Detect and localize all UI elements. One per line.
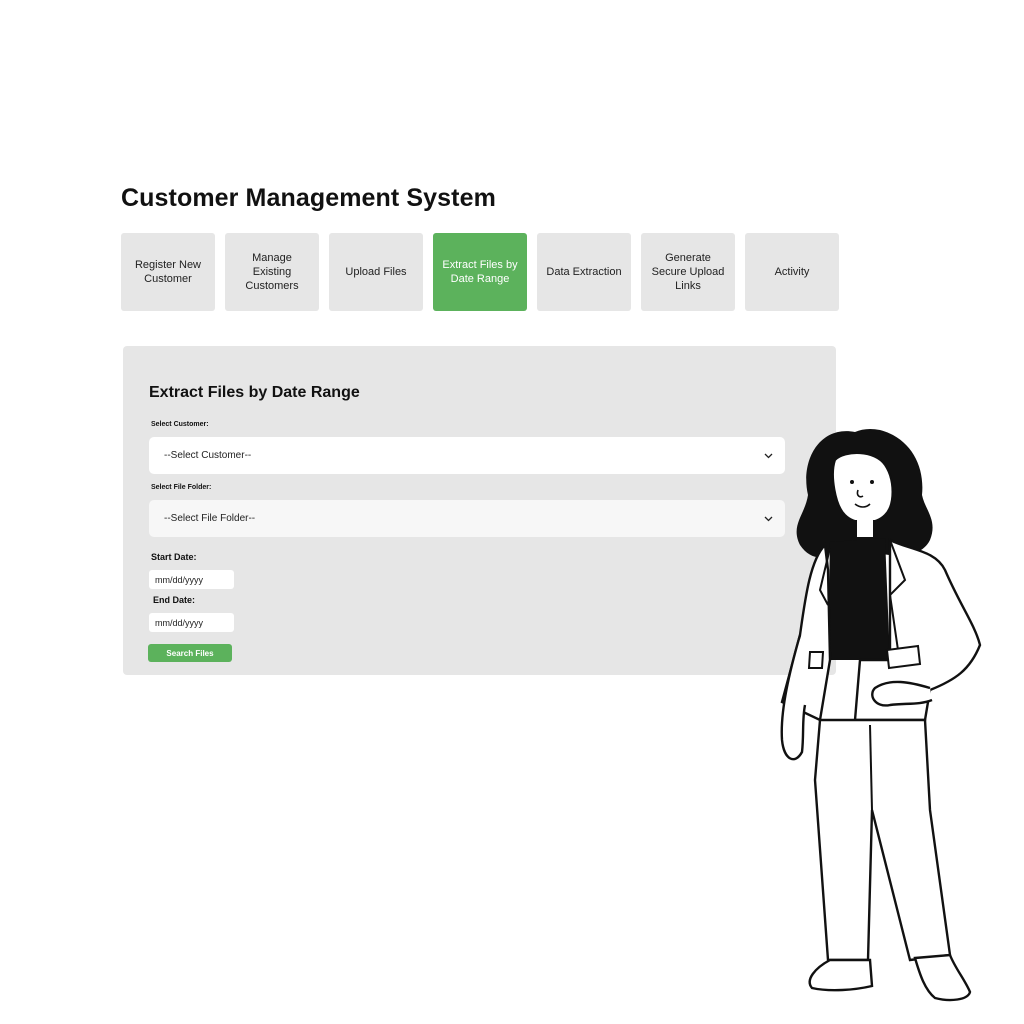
tab-label: Data Extraction <box>546 266 622 278</box>
folder-select-value: --Select File Folder-- <box>164 513 256 524</box>
end-date-placeholder: mm/dd/yyyy <box>155 617 204 628</box>
end-date-input[interactable]: mm/dd/yyyy <box>149 613 234 632</box>
folder-label: Select File Folder: <box>151 484 212 491</box>
extract-form-panel: Extract Files by Date Range Select Custo… <box>123 346 836 675</box>
end-date-label: End Date: <box>153 595 196 605</box>
tab-label: Activity <box>774 266 810 278</box>
tab-data-extraction[interactable]: Data Extraction <box>537 233 631 311</box>
tab-generate-secure-upload-links[interactable]: Generate Secure Upload Links <box>641 233 735 311</box>
customer-select-value: --Select Customer-- <box>164 450 252 461</box>
tab-label: Manage Existing Customers <box>245 252 299 292</box>
tab-extract-files-by-date-range[interactable]: Extract Files by Date Range <box>433 233 527 311</box>
page-title: Customer Management System <box>121 184 496 212</box>
tab-register-new-customer[interactable]: Register New Customer <box>121 233 215 311</box>
start-date-placeholder: mm/dd/yyyy <box>155 574 204 585</box>
tab-label: Register New Customer <box>134 259 202 285</box>
tab-label: Extract Files by Date Range <box>442 259 518 285</box>
tab-activity[interactable]: Activity <box>745 233 839 311</box>
customer-select[interactable]: --Select Customer-- <box>149 437 785 474</box>
customer-label: Select Customer: <box>151 421 209 428</box>
start-date-label: Start Date: <box>151 552 197 562</box>
tab-label: Generate Secure Upload Links <box>651 252 725 292</box>
nav-tabs: Register New Customer Manage Existing Cu… <box>121 233 839 311</box>
tab-label: Upload Files <box>345 266 407 278</box>
form-title: Extract Files by Date Range <box>149 384 360 401</box>
search-files-button[interactable]: Search Files <box>148 644 232 662</box>
tab-manage-existing-customers[interactable]: Manage Existing Customers <box>225 233 319 311</box>
folder-select[interactable]: --Select File Folder-- <box>149 500 785 537</box>
page: Customer Management System Register New … <box>0 0 1024 1024</box>
woman-standing-illustration <box>780 428 982 1002</box>
tab-upload-files[interactable]: Upload Files <box>329 233 423 311</box>
start-date-input[interactable]: mm/dd/yyyy <box>149 570 234 589</box>
